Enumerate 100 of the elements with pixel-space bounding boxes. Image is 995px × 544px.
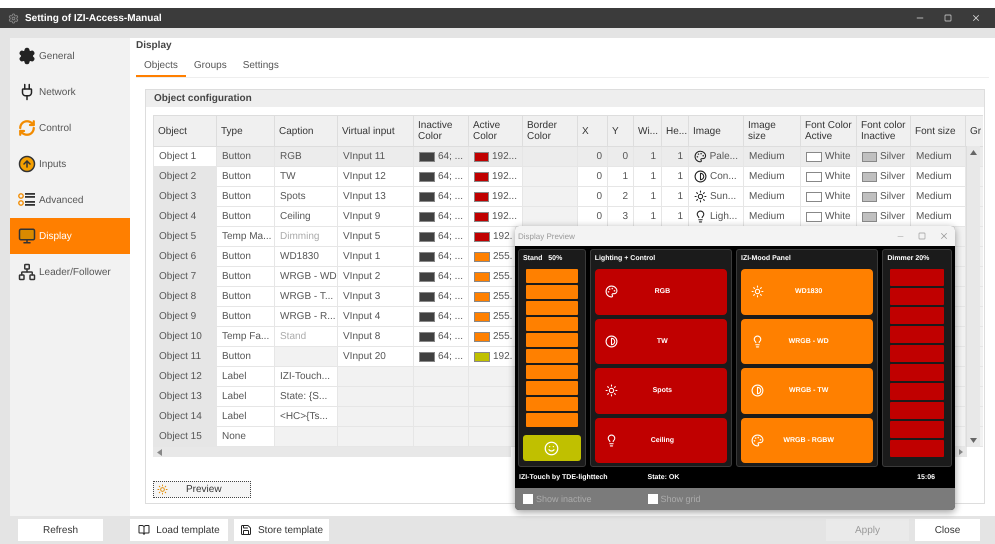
table-cell[interactable]: Button	[216, 306, 274, 326]
table-cell[interactable]: Button	[216, 146, 274, 166]
table-cell[interactable]: Medium	[744, 166, 800, 186]
slider-segment[interactable]	[526, 317, 578, 331]
footer-button[interactable]: Close	[915, 519, 980, 541]
table-cell[interactable]: Object 15	[154, 426, 216, 446]
column-header[interactable]: Gr	[966, 116, 983, 146]
slider-segment[interactable]	[890, 288, 944, 305]
table-cell[interactable]: Temp Ma...	[216, 226, 274, 246]
table-cell[interactable]: Object 10	[154, 326, 216, 346]
table-cell[interactable]: None	[216, 426, 274, 446]
table-cell[interactable]: VInput 11	[338, 146, 414, 166]
slider-segment[interactable]	[890, 345, 944, 362]
column-header[interactable]: Active Color	[468, 116, 522, 146]
footer-button[interactable]: Store template	[234, 519, 330, 541]
column-header[interactable]: Image	[688, 116, 744, 146]
table-cell[interactable]: Button	[216, 246, 274, 266]
up-arrow-icon[interactable]	[970, 150, 977, 155]
preview-button[interactable]: Preview	[153, 481, 251, 498]
slider-segment[interactable]	[890, 269, 944, 286]
table-cell[interactable]: Object 8	[154, 286, 216, 306]
tab[interactable]: Settings	[234, 57, 287, 77]
column-header[interactable]: Image size	[744, 116, 800, 146]
sidebar-item[interactable]: General	[10, 38, 130, 74]
table-cell[interactable]: Object 14	[154, 406, 216, 426]
table-cell[interactable]: 0	[578, 146, 608, 166]
table-cell[interactable]: WRGB - T...	[274, 286, 338, 306]
column-header[interactable]: He...	[662, 116, 688, 146]
table-cell[interactable]: Object 4	[154, 206, 216, 226]
table-cell[interactable]: Object 13	[154, 386, 216, 406]
table-cell[interactable]: 1	[662, 206, 688, 226]
table-cell[interactable]: Button	[216, 166, 274, 186]
table-cell[interactable]: Label	[216, 406, 274, 426]
column-header[interactable]: X	[578, 116, 608, 146]
footer-button[interactable]: Refresh	[18, 519, 103, 541]
table-cell[interactable]: 1	[634, 146, 662, 166]
tab[interactable]: Groups	[186, 57, 235, 77]
table-cell[interactable]: 0	[578, 186, 608, 206]
table-cell[interactable]: Object 12	[154, 366, 216, 386]
sidebar-item[interactable]: Inputs	[10, 146, 130, 182]
sidebar-item[interactable]: Advanced	[10, 182, 130, 218]
right-arrow-icon[interactable]	[959, 449, 963, 455]
slider-segment[interactable]	[890, 402, 944, 419]
table-cell[interactable]: Button	[216, 206, 274, 226]
slider-segment[interactable]	[890, 307, 944, 324]
slider-segment[interactable]	[526, 269, 578, 283]
table-cell[interactable]: Object 7	[154, 266, 216, 286]
slider-segment[interactable]	[890, 421, 944, 438]
slider-segment[interactable]	[526, 301, 578, 315]
table-cell[interactable]: WRGB - WD	[274, 266, 338, 286]
table-cell[interactable]: 1	[662, 166, 688, 186]
checkbox-box[interactable]	[648, 494, 658, 504]
scroll-right-button[interactable]	[955, 447, 967, 457]
table-cell[interactable]: Button	[216, 186, 274, 206]
slider-segment[interactable]	[890, 383, 944, 400]
slider-segment[interactable]	[526, 365, 578, 379]
table-cell[interactable]: 1	[634, 186, 662, 206]
table-cell[interactable]: VInput 9	[338, 206, 414, 226]
table-cell[interactable]: 1	[608, 166, 634, 186]
table-cell[interactable]: VInput 3	[338, 286, 414, 306]
table-cell[interactable]: Button	[216, 266, 274, 286]
slider-segment[interactable]	[526, 285, 578, 299]
table-cell[interactable]: 0	[608, 146, 634, 166]
sidebar-item[interactable]: Leader/Follower	[10, 254, 130, 290]
table-cell[interactable]: TW	[274, 166, 338, 186]
slider-segment[interactable]	[890, 326, 944, 343]
footer-button[interactable]: Load template	[130, 519, 228, 541]
table-cell[interactable]: VInput 13	[338, 186, 414, 206]
table-cell[interactable]: VInput 12	[338, 166, 414, 186]
column-header[interactable]: Type	[216, 116, 274, 146]
sidebar-item[interactable]: Control	[10, 110, 130, 146]
table-cell[interactable]: 0	[578, 166, 608, 186]
slider-segment[interactable]	[526, 381, 578, 395]
table-cell[interactable]: 1	[634, 166, 662, 186]
slider-segment[interactable]	[526, 397, 578, 411]
left-arrow-icon[interactable]	[157, 448, 162, 456]
tab[interactable]: Objects	[136, 57, 186, 77]
column-header[interactable]: Font Color Active	[800, 116, 856, 146]
slider-segment[interactable]	[526, 349, 578, 363]
column-header[interactable]: Y	[608, 116, 634, 146]
table-cell[interactable]: VInput 2	[338, 266, 414, 286]
horizontal-scrollbar[interactable]	[153, 447, 511, 457]
table-cell[interactable]: VInput 8	[338, 326, 414, 346]
table-cell[interactable]: Label	[216, 386, 274, 406]
sidebar-item[interactable]: Network	[10, 74, 130, 110]
table-cell[interactable]: State: {S...	[274, 386, 338, 406]
table-cell[interactable]: VInput 1	[338, 246, 414, 266]
table-cell[interactable]: 1	[662, 186, 688, 206]
table-cell[interactable]: Spots	[274, 186, 338, 206]
checkbox-box[interactable]	[523, 494, 533, 504]
slider-segment[interactable]	[890, 440, 944, 457]
close-icon[interactable]	[971, 13, 981, 23]
vertical-scrollbar[interactable]	[966, 146, 980, 447]
table-cell[interactable]: Object 6	[154, 246, 216, 266]
table-cell[interactable]: VInput 5	[338, 226, 414, 246]
table-cell[interactable]: WD1830	[274, 246, 338, 266]
table-cell[interactable]: Object 9	[154, 306, 216, 326]
table-cell[interactable]: Button	[216, 346, 274, 366]
column-header[interactable]: Object	[154, 116, 216, 146]
table-cell[interactable]: Medium	[910, 146, 966, 166]
